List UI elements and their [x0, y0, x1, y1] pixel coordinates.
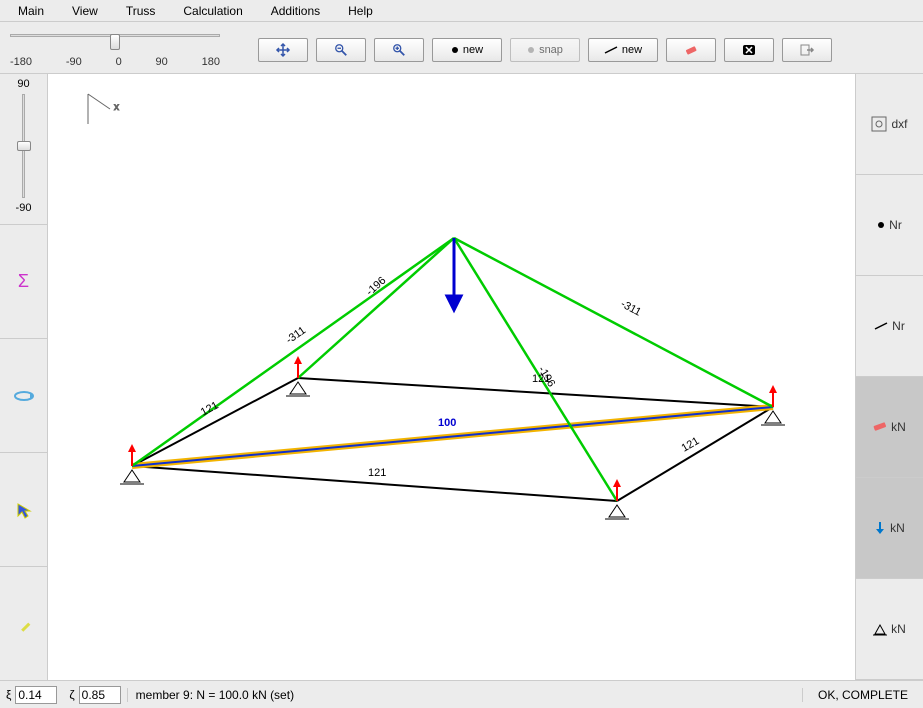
load-arrow: [447, 238, 461, 310]
rotate-tool[interactable]: [0, 338, 47, 452]
delete-button[interactable]: [724, 38, 774, 62]
axes-indicator: x: [88, 94, 119, 124]
menu-calculation[interactable]: Calculation: [169, 2, 256, 20]
export-button[interactable]: [782, 38, 832, 62]
support-icon: [873, 622, 887, 636]
svg-text:121: 121: [199, 399, 221, 418]
new-node-button[interactable]: new: [432, 38, 502, 62]
vslider-top-label: 90: [17, 78, 29, 90]
show-reaction-forces-button[interactable]: kN: [856, 579, 923, 680]
zoom-in-button[interactable]: [374, 38, 424, 62]
eraser-button[interactable]: [666, 38, 716, 62]
pan-icon: [275, 42, 291, 58]
zoom-in-icon: [392, 43, 406, 57]
line-icon: [604, 46, 618, 54]
menu-main[interactable]: Main: [4, 2, 58, 20]
menu-bar: Main View Truss Calculation Additions He…: [0, 0, 923, 22]
show-member-forces-button[interactable]: kN: [856, 377, 923, 478]
menu-truss[interactable]: Truss: [112, 2, 170, 20]
show-node-numbers-button[interactable]: Nr: [856, 175, 923, 276]
left-slider-column: 90 -90 Σ: [0, 74, 48, 680]
rotation-horizontal-labels: -180 -90 0 90 180: [10, 56, 220, 68]
rotation-horizontal-slider[interactable]: [10, 34, 220, 50]
svg-text:-311: -311: [619, 298, 643, 319]
xi-input[interactable]: [15, 686, 57, 704]
pencil-icon: [16, 616, 32, 632]
sigma-icon: Σ: [18, 271, 29, 292]
zeta-label: ζ: [69, 688, 74, 702]
svg-text:-196: -196: [364, 275, 388, 299]
new-member-button[interactable]: new: [588, 38, 658, 62]
export-icon: [799, 42, 815, 58]
svg-text:121: 121: [368, 467, 386, 479]
drawing-canvas[interactable]: x: [48, 74, 855, 680]
dxf-icon: [871, 116, 887, 132]
zoom-out-icon: [334, 43, 348, 57]
xi-label: ξ: [6, 688, 11, 702]
down-arrow-icon: [874, 521, 886, 535]
right-panel: dxf Nr Nr kN kN kN: [855, 74, 923, 680]
select-tool[interactable]: [0, 452, 47, 566]
show-load-forces-button[interactable]: kN: [856, 478, 923, 579]
rotate-icon: [13, 389, 35, 403]
eraser-small-icon: [873, 422, 887, 432]
pencil-tool[interactable]: [0, 566, 47, 680]
dot-icon: [877, 221, 885, 229]
sigma-tool[interactable]: Σ: [0, 224, 47, 338]
zoom-out-button[interactable]: [316, 38, 366, 62]
status-bar: ξ ζ member 9: N = 100.0 kN (set) OK, COM…: [0, 680, 923, 708]
menu-help[interactable]: Help: [334, 2, 387, 20]
node-icon: [451, 46, 459, 54]
vslider-bottom-label: -90: [16, 202, 32, 214]
status-ok: OK, COMPLETE: [803, 688, 923, 702]
rotation-vertical-slider[interactable]: [17, 94, 31, 198]
svg-text:100: 100: [438, 417, 456, 429]
member-line-icon: [874, 322, 888, 330]
menu-view[interactable]: View: [58, 2, 112, 20]
show-member-numbers-button[interactable]: Nr: [856, 276, 923, 377]
eraser-icon: [683, 42, 699, 58]
menu-additions[interactable]: Additions: [257, 2, 334, 20]
select-arrow-icon: [15, 501, 33, 519]
zeta-input[interactable]: [79, 686, 121, 704]
export-dxf-button[interactable]: dxf: [856, 74, 923, 175]
status-message: member 9: N = 100.0 kN (set): [127, 688, 803, 702]
pan-button[interactable]: [258, 38, 308, 62]
delete-icon: [741, 42, 757, 58]
svg-text:x: x: [114, 102, 119, 113]
top-toolbar: -180 -90 0 90 180 new snap new: [0, 22, 923, 74]
snap-button[interactable]: snap: [510, 38, 580, 62]
snap-icon: [527, 46, 535, 54]
